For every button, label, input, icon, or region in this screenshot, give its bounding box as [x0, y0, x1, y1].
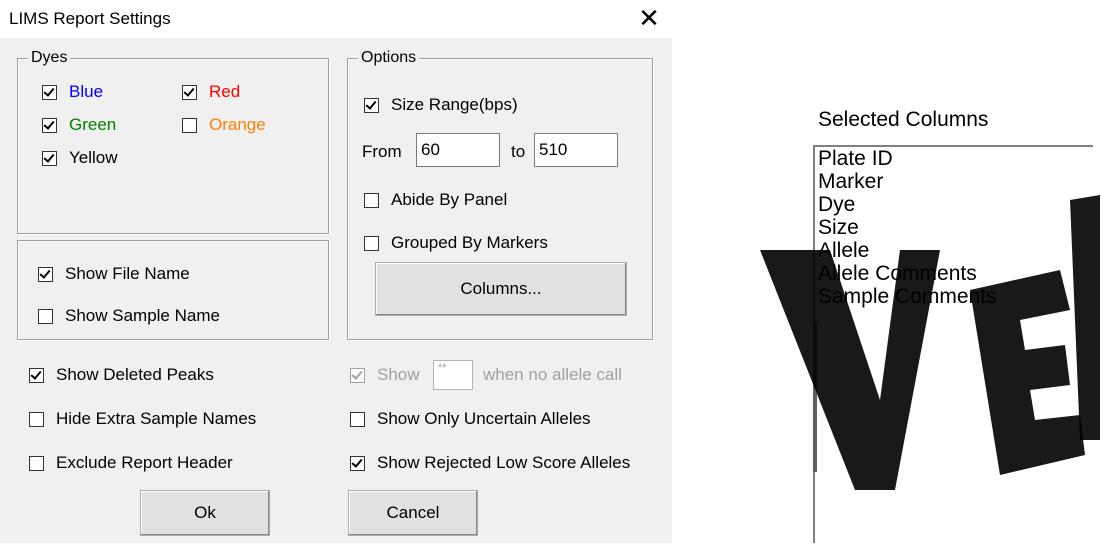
checkbox-box[interactable] — [182, 84, 197, 100]
show-rejected-low-score-checkbox[interactable]: Show Rejected Low Score Alleles — [350, 453, 630, 473]
options-group: Options Size Range(bps) From 60 to 510 A… — [347, 49, 653, 340]
checkbox-box[interactable] — [29, 455, 44, 471]
checkbox-box[interactable] — [38, 308, 53, 324]
checkbox-box[interactable] — [42, 117, 57, 133]
hide-extra-sample-names-label: Hide Extra Sample Names — [56, 409, 257, 428]
show-sample-name-label: Show Sample Name — [65, 306, 220, 325]
checkbox-box[interactable] — [42, 84, 57, 100]
dye-green-checkbox[interactable]: Green — [42, 115, 116, 135]
show-deleted-peaks-label: Show Deleted Peaks — [56, 365, 214, 384]
checkbox-box[interactable] — [364, 235, 379, 251]
grouped-by-markers-checkbox[interactable]: Grouped By Markers — [364, 233, 548, 253]
show-only-uncertain-label: Show Only Uncertain Alleles — [377, 409, 591, 428]
options-legend: Options — [358, 49, 420, 67]
grouped-by-markers-label: Grouped By Markers — [391, 233, 548, 252]
checkbox-box[interactable] — [364, 192, 379, 208]
checkbox-box[interactable] — [350, 367, 365, 383]
checkbox-box[interactable] — [29, 367, 44, 383]
show-placeholder-label: Show — [377, 365, 420, 384]
names-group: Show File Name Show Sample Name — [17, 240, 329, 340]
selected-columns-list[interactable]: Plate ID Marker Dye Size Allele Allele C… — [813, 145, 1093, 543]
ok-button[interactable]: Ok — [140, 490, 270, 536]
columns-button[interactable]: Columns... — [375, 262, 627, 316]
checkbox-box[interactable] — [29, 411, 44, 427]
show-deleted-peaks-checkbox[interactable]: Show Deleted Peaks — [29, 365, 214, 385]
selected-columns-header: Selected Columns — [818, 108, 989, 131]
show-placeholder-checkbox[interactable]: Show — [350, 365, 420, 385]
from-input[interactable]: 60 — [416, 133, 500, 167]
list-item[interactable]: Allele — [815, 239, 1093, 262]
dye-blue-checkbox[interactable]: Blue — [42, 82, 103, 102]
list-item[interactable]: Marker — [815, 170, 1093, 193]
dye-blue-label: Blue — [69, 82, 104, 101]
size-range-checkbox[interactable]: Size Range(bps) — [364, 95, 518, 115]
checkbox-box[interactable] — [350, 411, 365, 427]
exclude-report-header-checkbox[interactable]: Exclude Report Header — [29, 453, 233, 473]
list-item[interactable]: Plate ID — [815, 147, 1093, 170]
to-input[interactable]: 510 — [534, 133, 618, 167]
selected-columns-panel: Selected Columns Plate ID Marker Dye Siz… — [788, 90, 1102, 543]
dye-green-label: Green — [69, 115, 117, 134]
title-bar: LIMS Report Settings ✕ — [0, 0, 672, 38]
dye-red-label: Red — [209, 82, 241, 101]
dyes-legend: Dyes — [28, 49, 71, 67]
abide-by-panel-checkbox[interactable]: Abide By Panel — [364, 190, 507, 210]
size-range-label: Size Range(bps) — [391, 95, 518, 114]
checkbox-box[interactable] — [364, 97, 379, 113]
cancel-button[interactable]: Cancel — [348, 490, 478, 536]
dyes-group: Dyes Blue Red Green Orange Yellow — [17, 49, 329, 234]
list-item[interactable]: Sample Comments — [815, 285, 1093, 308]
dye-orange-checkbox[interactable]: Orange — [182, 115, 266, 135]
dye-yellow-checkbox[interactable]: Yellow — [42, 148, 118, 168]
show-sample-name-checkbox[interactable]: Show Sample Name — [38, 306, 220, 326]
checkbox-box[interactable] — [350, 455, 365, 471]
exclude-report-header-label: Exclude Report Header — [56, 453, 233, 472]
no-allele-call-label: when no allele call — [483, 365, 622, 384]
list-item[interactable]: Dye — [815, 193, 1093, 216]
hide-extra-sample-names-checkbox[interactable]: Hide Extra Sample Names — [29, 409, 256, 429]
list-item[interactable]: Size — [815, 216, 1093, 239]
dialog-body: Dyes Blue Red Green Orange Yellow Show F… — [0, 38, 672, 543]
checkbox-box[interactable] — [42, 150, 57, 166]
dye-yellow-label: Yellow — [69, 148, 118, 167]
show-file-name-checkbox[interactable]: Show File Name — [38, 264, 190, 284]
checkbox-box[interactable] — [38, 266, 53, 282]
abide-by-panel-label: Abide By Panel — [391, 190, 508, 209]
close-icon[interactable]: ✕ — [634, 2, 664, 34]
to-label: to — [511, 142, 526, 161]
window-title: LIMS Report Settings — [9, 9, 171, 28]
no-allele-placeholder-input[interactable]: ** — [433, 360, 473, 390]
show-file-name-label: Show File Name — [65, 264, 190, 283]
list-item[interactable]: Allele Comments — [815, 262, 1093, 285]
from-label: From — [362, 142, 402, 161]
checkbox-box[interactable] — [182, 117, 197, 133]
show-only-uncertain-checkbox[interactable]: Show Only Uncertain Alleles — [350, 409, 591, 429]
dye-red-checkbox[interactable]: Red — [182, 82, 240, 102]
show-rejected-low-score-label: Show Rejected Low Score Alleles — [377, 453, 631, 472]
list-divider — [813, 322, 817, 472]
dye-orange-label: Orange — [209, 115, 266, 134]
